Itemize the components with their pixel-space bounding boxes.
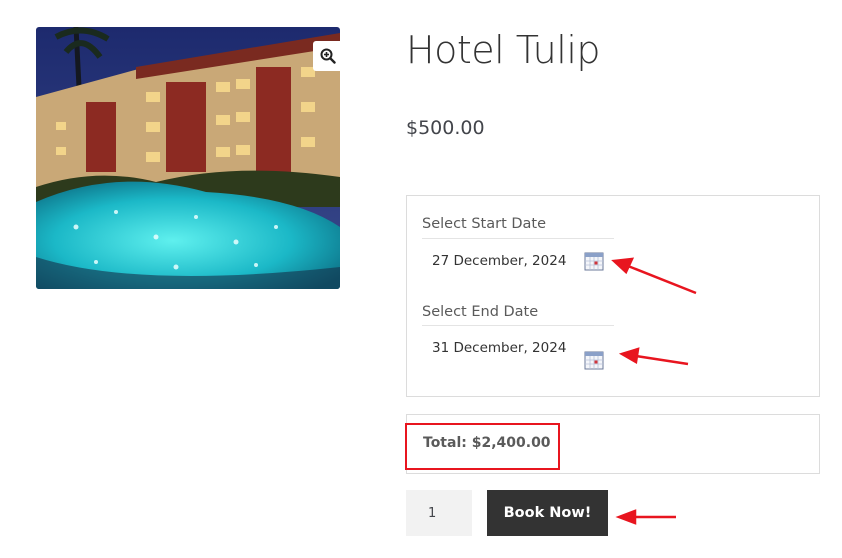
product-image[interactable] [36, 27, 340, 289]
end-date-divider [422, 325, 614, 326]
book-now-button[interactable]: Book Now! [487, 490, 608, 536]
end-date-field[interactable]: 31 December, 2024 [432, 340, 566, 356]
quantity-input[interactable] [406, 490, 472, 536]
calendar-icon[interactable] [584, 350, 604, 370]
product-price: $500.00 [406, 117, 485, 139]
zoom-button[interactable] [313, 41, 343, 71]
hotel-photo [36, 27, 340, 289]
product-title: Hotel Tulip [406, 28, 601, 72]
total-highlight-annotation [405, 423, 560, 470]
end-date-label: Select End Date [422, 304, 539, 320]
arrow-book-button-head [615, 509, 637, 525]
zoom-in-icon [320, 48, 336, 64]
start-date-label: Select Start Date [422, 216, 547, 232]
start-date-divider [422, 238, 614, 239]
start-date-field[interactable]: 27 December, 2024 [432, 253, 566, 269]
calendar-icon[interactable] [584, 251, 604, 271]
